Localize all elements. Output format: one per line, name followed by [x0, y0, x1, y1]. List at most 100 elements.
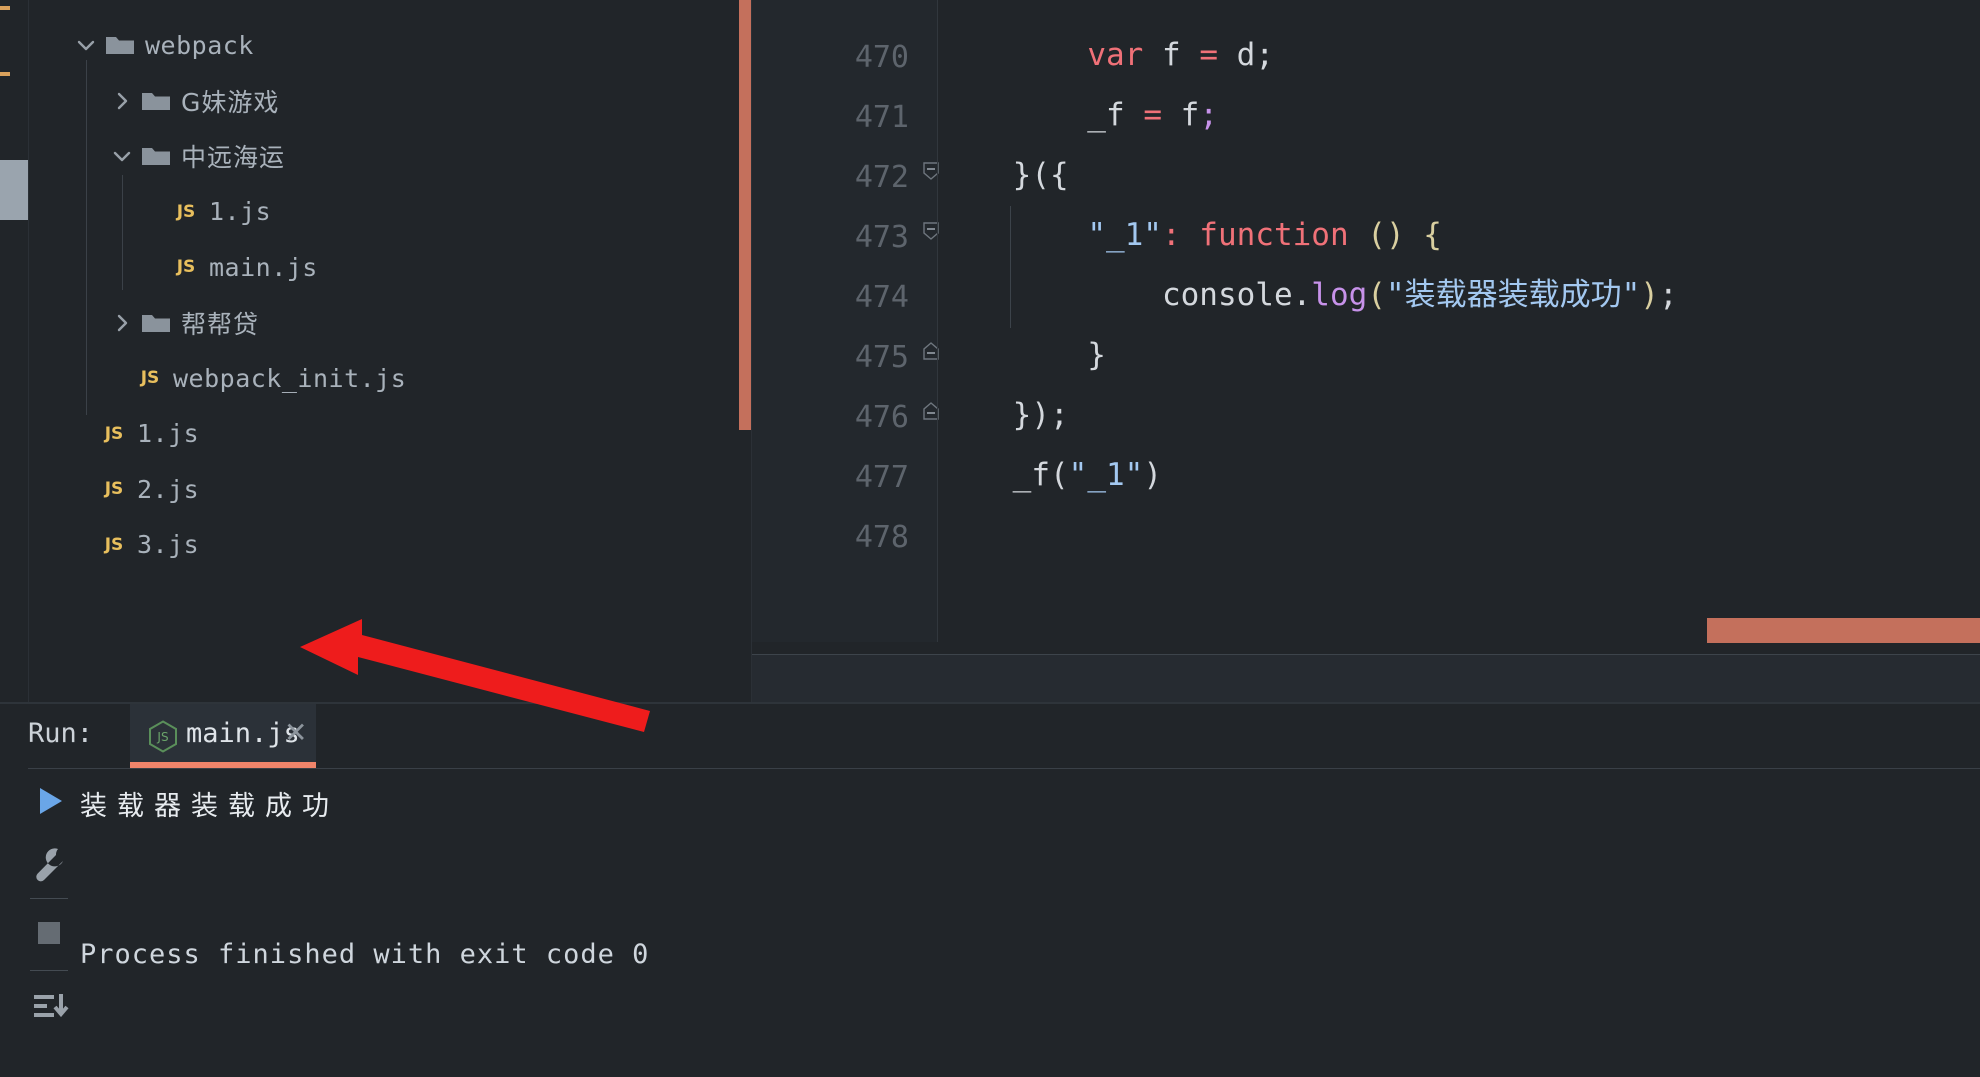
- js-file-icon: JS: [104, 423, 124, 444]
- run-tool-window: Structure Run: JS main.js ✕: [0, 704, 1980, 1077]
- gutter-line-number: 472: [854, 160, 909, 195]
- gutter-line-number: 473: [854, 220, 909, 255]
- code-token: console.: [938, 277, 1312, 313]
- tree-vertical-scrollbar[interactable]: [739, 0, 751, 430]
- close-icon[interactable]: ✕: [284, 716, 307, 749]
- tree-file-row[interactable]: JS 1.js: [145, 184, 271, 240]
- code-token: =: [1199, 37, 1218, 73]
- run-header-rule: [28, 768, 1980, 769]
- code-token: (: [1367, 277, 1386, 313]
- code-token: }: [938, 337, 1106, 373]
- code-token: function: [1199, 217, 1349, 253]
- console-line-stdout: 装载器装载成功: [80, 791, 339, 822]
- code-line[interactable]: }({: [938, 160, 1069, 191]
- left-edge-strip: [0, 0, 28, 700]
- toolbar-separator-2: [30, 970, 68, 971]
- run-toolbar: [24, 776, 74, 1077]
- code-line[interactable]: console.log("装载器装载成功");: [938, 280, 1678, 311]
- gutter-line-number: 477: [854, 460, 909, 495]
- code-token: _f: [938, 97, 1144, 133]
- tree-item-label: G妹游戏: [181, 87, 280, 117]
- editor-gutter[interactable]: 470 471 472 473 474 475 476 477 478: [752, 0, 937, 642]
- tree-item-label: 1.js: [137, 419, 200, 448]
- tree-file-row[interactable]: JS 1.js: [73, 406, 199, 462]
- code-line[interactable]: _f("_1"): [938, 460, 1162, 491]
- chevron-down-icon[interactable]: [73, 32, 99, 58]
- scroll-to-end-icon[interactable]: [24, 982, 74, 1032]
- tree-folder-row[interactable]: 帮帮贷: [109, 295, 259, 351]
- folder-icon: [141, 89, 171, 113]
- tree-folder-row[interactable]: G妹游戏: [109, 73, 279, 129]
- tree-folder-row[interactable]: webpack: [73, 17, 254, 73]
- tree-file-row[interactable]: JS webpack_init.js: [109, 350, 406, 406]
- tree-item-label: webpack: [145, 30, 254, 60]
- code-token: log: [1311, 277, 1368, 313]
- gutter-line-number: 478: [854, 520, 909, 555]
- code-token: ;: [1658, 277, 1678, 313]
- js-file-icon: JS: [104, 534, 124, 555]
- chevron-right-icon[interactable]: [109, 310, 135, 336]
- gutter-line-number: 474: [854, 280, 909, 315]
- code-token: var: [1087, 37, 1144, 73]
- console-output[interactable]: 装载器装载成功 Process finished with exit code …: [80, 774, 1980, 1077]
- tree-file-row[interactable]: JS 2.js: [73, 461, 199, 517]
- code-line[interactable]: "_1": function () {: [938, 220, 1442, 251]
- folder-icon: [105, 33, 135, 57]
- tree-folder-row[interactable]: 中远海运: [109, 128, 285, 184]
- rerun-button[interactable]: [24, 776, 74, 826]
- code-text-area[interactable]: var f = d; _f = f; }({ "_1": function ()…: [938, 0, 1980, 642]
- stop-button[interactable]: [24, 908, 74, 958]
- chevron-down-icon[interactable]: [109, 143, 135, 169]
- js-file-icon: JS: [176, 201, 196, 222]
- code-token: (): [1367, 217, 1405, 253]
- svg-text:JS: JS: [156, 730, 168, 744]
- js-file-icon: JS: [140, 368, 160, 388]
- code-token: "_1": [1068, 457, 1144, 493]
- wrench-icon[interactable]: [24, 838, 74, 888]
- code-line[interactable]: _f = f;: [938, 100, 1218, 131]
- code-token: ;: [1255, 37, 1274, 73]
- chevron-right-icon[interactable]: [109, 88, 135, 114]
- folder-icon: [141, 144, 171, 168]
- code-line[interactable]: });: [938, 400, 1069, 431]
- project-file-tree[interactable]: webpack G妹游戏中远海运 JS 1.js JS main.js 帮帮贷 JS webpa…: [29, 0, 739, 702]
- edge-marker-top: [0, 6, 10, 10]
- console-line-exit: Process finished with exit code 0: [80, 939, 650, 970]
- ide-window: webpack G妹游戏 中远海运 JS 1.js JS main.js 帮帮贷 JS webpa…: [0, 0, 1980, 1077]
- run-title: Run:: [28, 718, 94, 749]
- gutter-line-number: 471: [854, 100, 909, 135]
- code-token: });: [938, 397, 1069, 433]
- code-token: =: [1143, 97, 1162, 133]
- toolbar-separator-1: [30, 898, 68, 899]
- run-tab-label: main.js: [186, 718, 300, 749]
- code-editor[interactable]: 470 471 472 473 474 475 476 477 478 var …: [752, 0, 1980, 702]
- gutter-line-number: 475: [854, 340, 909, 375]
- code-token: d: [1217, 37, 1256, 73]
- gutter-line-number: 470: [854, 40, 909, 75]
- code-token: :: [1161, 217, 1200, 253]
- js-file-icon: JS: [176, 257, 196, 277]
- edge-marker-second: [0, 72, 10, 76]
- tree-item-label: 中远海运: [181, 143, 286, 172]
- code-token: ": [1385, 277, 1405, 313]
- tree-item-label: 1.js: [209, 197, 272, 226]
- code-token: _f(: [938, 457, 1069, 493]
- code-line[interactable]: var f = d;: [938, 40, 1274, 71]
- tree-file-row[interactable]: JS main.js: [145, 239, 318, 295]
- code-token: 装载器装载成功: [1404, 277, 1622, 313]
- editor-footer-strip: [752, 655, 1980, 702]
- code-token: }({: [938, 157, 1069, 193]
- tree-file-row[interactable]: JS 3.js: [73, 517, 199, 573]
- editor-horizontal-scrollbar[interactable]: [1707, 618, 1980, 643]
- code-line[interactable]: }: [938, 340, 1106, 371]
- tree-item-label: 2.js: [137, 474, 200, 504]
- code-token: ": [1621, 277, 1641, 313]
- code-token: "_1": [1087, 217, 1162, 253]
- code-token: ): [1640, 277, 1659, 313]
- code-token: f: [1143, 37, 1200, 73]
- run-tab-main-js[interactable]: JS main.js ✕: [130, 704, 316, 766]
- code-token: ;: [1199, 97, 1218, 133]
- gutter-line-number: 476: [854, 400, 909, 435]
